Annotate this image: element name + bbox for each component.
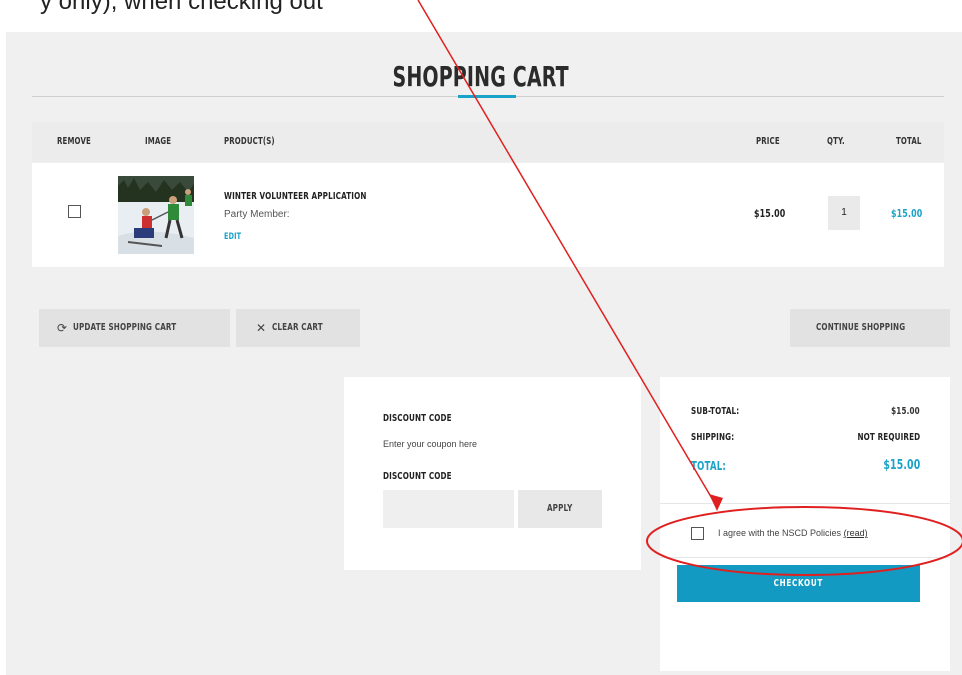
- page-title-wrap: SHOPPING CART: [0, 60, 962, 93]
- discount-help-text: Enter your coupon here: [383, 439, 478, 449]
- discount-field-label: DISCOUNT CODE: [383, 471, 452, 482]
- clear-cart-button[interactable]: ✕ CLEAR CART: [236, 309, 360, 347]
- agree-policies-checkbox[interactable]: [691, 527, 704, 540]
- discount-heading: DISCOUNT CODE: [383, 413, 452, 424]
- subtotal-value: $15.00: [891, 406, 920, 417]
- remove-checkbox[interactable]: [68, 205, 81, 218]
- shipping-value: NOT REQUIRED: [857, 432, 920, 443]
- col-price: PRICE: [756, 136, 780, 147]
- product-subtitle: Party Member:: [224, 209, 290, 220]
- subtotal-label: SUB-TOTAL:: [691, 406, 740, 417]
- read-policies-link[interactable]: (read): [844, 528, 868, 538]
- edit-link[interactable]: EDIT: [224, 231, 248, 242]
- skiing-photo-icon: [118, 176, 194, 254]
- item-price: $15.00: [754, 207, 786, 220]
- close-icon: ✕: [256, 321, 267, 335]
- summary-divider: [660, 503, 950, 504]
- checkout-button[interactable]: CHECKOUT: [677, 565, 920, 602]
- cart-table-header: REMOVE IMAGE PRODUCT(S) PRICE QTY. TOTAL: [32, 122, 944, 162]
- col-total: TOTAL: [896, 136, 922, 147]
- continue-shopping-button[interactable]: CONTINUE SHOPPING: [790, 309, 950, 347]
- summary-divider-2: [660, 557, 950, 558]
- discount-card: DISCOUNT CODE Enter your coupon here DIS…: [344, 377, 641, 570]
- col-remove: REMOVE: [57, 136, 91, 147]
- shipping-label: SHIPPING:: [691, 432, 735, 443]
- product-name[interactable]: WINTER VOLUNTEER APPLICATION: [224, 191, 422, 202]
- page-title: SHOPPING CART: [392, 60, 570, 93]
- quantity-input[interactable]: 1: [828, 196, 860, 230]
- refresh-icon: ⟳: [57, 321, 68, 335]
- total-value: $15.00: [883, 458, 920, 473]
- order-summary-card: SUB-TOTAL: $15.00 SHIPPING: NOT REQUIRED…: [660, 377, 950, 671]
- title-accent-bar: [458, 95, 516, 98]
- col-image: IMAGE: [145, 136, 172, 147]
- update-cart-button[interactable]: ⟳ UPDATE SHOPPING CART: [39, 309, 230, 347]
- agree-policies-label: I agree with the NSCD Policies (read): [718, 528, 868, 538]
- item-total: $15.00: [891, 207, 923, 220]
- top-caption-text: y only), when checking out: [40, 0, 323, 15]
- product-image: [118, 176, 194, 254]
- col-qty: QTY.: [827, 136, 845, 147]
- total-label: TOTAL:: [691, 459, 726, 473]
- apply-button[interactable]: APPLY: [518, 490, 602, 528]
- discount-code-input[interactable]: [383, 490, 514, 528]
- col-products: PRODUCT(S): [224, 136, 275, 147]
- table-row: WINTER VOLUNTEER APPLICATION Party Membe…: [32, 163, 944, 267]
